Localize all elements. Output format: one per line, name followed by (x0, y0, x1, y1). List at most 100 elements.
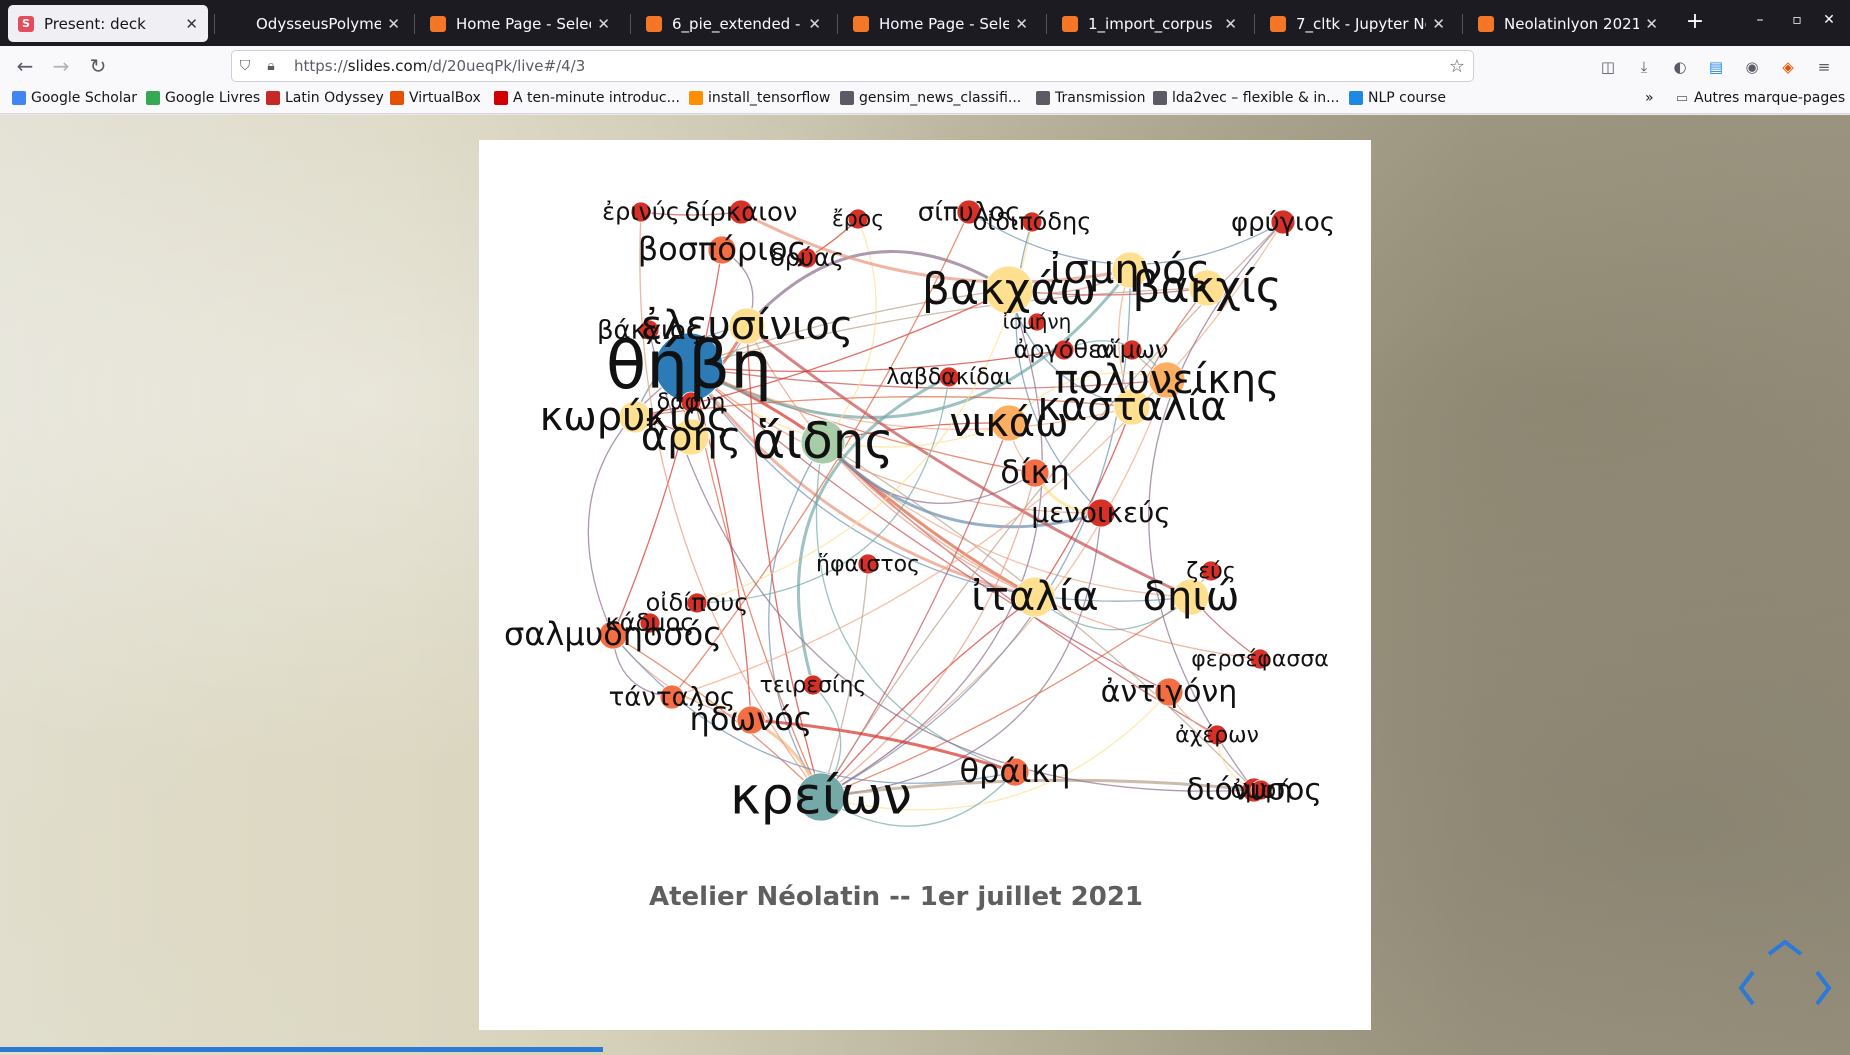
scholar-icon (12, 91, 26, 105)
tab-3[interactable]: Home Page - Select or ✕ (420, 5, 620, 42)
tab-5[interactable]: Home Page - Select or ✕ (843, 5, 1038, 42)
bookmark-item[interactable]: lda2vec – flexible & in... (1153, 90, 1339, 106)
tab-separator (214, 14, 215, 34)
tab-strip: SPresent: deck✕OdysseusPolymetis/ne✕Home… (0, 0, 1850, 46)
bookmark-label: A ten-minute introduc... (513, 90, 680, 106)
pocket-icon[interactable]: ◫ (1596, 56, 1620, 78)
forward-button[interactable]: → (46, 52, 76, 80)
graph-node-label: δρύας (770, 244, 844, 272)
reader-icon[interactable]: ▤ (1704, 56, 1728, 78)
jupyter-icon (853, 15, 869, 32)
bookmark-label: Transmission (1055, 90, 1146, 106)
reload-icon: ↻ (89, 54, 107, 78)
slide-navigation-controls (1738, 940, 1832, 1006)
graph-node-label: ἔρος (832, 207, 884, 232)
bookmark-item[interactable]: A ten-minute introduc... (494, 90, 680, 106)
bookmark-label: NLP course (1368, 90, 1446, 106)
close-tab-icon[interactable]: ✕ (1645, 15, 1658, 33)
close-tab-icon[interactable]: ✕ (185, 15, 198, 33)
latin-odyssey-icon (266, 91, 280, 105)
close-tab-icon[interactable]: ✕ (1432, 15, 1445, 33)
bookmark-item[interactable]: gensim_news_classifi... (840, 90, 1021, 106)
bookmark-star-icon[interactable]: ☆ (1449, 56, 1465, 77)
close-tab-icon[interactable]: ✕ (387, 15, 400, 33)
bookmark-item[interactable]: install_tensorflow (689, 90, 830, 106)
tab-separator (414, 14, 415, 34)
close-window-button[interactable]: ✕ (1814, 12, 1844, 28)
arrow-left-icon: ← (16, 54, 34, 78)
navigate-right-icon[interactable] (1815, 970, 1832, 1006)
graph-node-label: σαλμυδησσός (504, 615, 722, 653)
bookmark-label: Latin Odyssey (285, 90, 384, 106)
address-bar[interactable]: ⛉ 🔒︎ https://slides.com/d/20ueqPk/live#/… (231, 50, 1474, 82)
google-icon (146, 91, 160, 105)
tab-2[interactable]: OdysseusPolymetis/ne ✕ (220, 5, 410, 42)
tracking-shield-icon[interactable]: ⛉ (232, 58, 258, 74)
bookmark-item[interactable]: Transmission (1036, 90, 1145, 106)
notebook-icon (1062, 15, 1078, 32)
graph-node-label: ἰταλία (971, 574, 1099, 620)
addon-icon[interactable]: ◈ (1776, 56, 1800, 78)
bookmark-item[interactable]: NLP course (1349, 90, 1446, 106)
reload-button[interactable]: ↻ (83, 52, 113, 80)
other-bookmarks-folder[interactable]: ▭ Autres marque-pages (1675, 90, 1845, 106)
tab-7[interactable]: 7_cltk - Jupyter Notebo ✕ (1260, 5, 1455, 42)
graph-node-label: ἰσμήνη (1003, 309, 1072, 333)
tab-title: Home Page - Select or (879, 14, 1010, 33)
navigate-left-icon[interactable] (1738, 970, 1755, 1006)
tab-6[interactable]: 1_import_corpus - Jupy ✕ (1052, 5, 1247, 42)
transmission-icon (1036, 91, 1050, 105)
globe-icon (840, 91, 854, 105)
url-text[interactable]: https://slides.com/d/20ueqPk/live#/4/3 (294, 57, 585, 75)
new-tab-button[interactable]: + (1680, 9, 1710, 34)
tab-1[interactable]: S Present: deck ✕ (8, 5, 208, 42)
lock-icon[interactable]: 🔒︎ (258, 58, 284, 74)
close-tab-icon[interactable]: ✕ (1224, 15, 1237, 33)
graph-node-label: κρείων (730, 767, 912, 827)
graph-node-label: φρύγιος (1231, 207, 1335, 237)
bookmark-item[interactable]: VirtualBox (390, 90, 481, 106)
tab-4[interactable]: 6_pie_extended - Jupy ✕ (636, 5, 831, 42)
other-bookmarks-label: Autres marque-pages (1694, 90, 1846, 106)
close-tab-icon[interactable]: ✕ (1015, 15, 1028, 33)
bookmark-label: gensim_news_classifi... (859, 90, 1022, 106)
minimize-button[interactable]: – (1745, 12, 1775, 28)
bookmark-label: Google Scholar (31, 90, 138, 106)
tab-title: Neolatinlyon 2021 - éc (1504, 14, 1640, 33)
graph-node-label: νικάω (949, 400, 1068, 446)
back-button[interactable]: ← (10, 52, 40, 80)
graph-node-label: φερσέφασσα (1191, 647, 1329, 672)
tab-title: Present: deck (44, 14, 146, 33)
bookmark-label: lda2vec – flexible & in... (1172, 90, 1340, 106)
tab-separator (630, 14, 631, 34)
downloads-icon[interactable]: ⤓ (1632, 56, 1656, 78)
restore-button[interactable]: ▫ (1782, 12, 1812, 28)
tab-8[interactable]: Neolatinlyon 2021 - éc ✕ (1468, 5, 1668, 42)
shield-icon (1349, 91, 1363, 105)
navigation-bar: ← → ↻ ⛉ 🔒︎ https://slides.com/d/20ueqPk/… (0, 46, 1850, 86)
close-tab-icon[interactable]: ✕ (808, 15, 821, 33)
menu-icon[interactable]: ≡ (1812, 56, 1836, 78)
bookmark-item[interactable]: Google Scholar (12, 90, 137, 106)
bookmark-item[interactable]: Google Livres (146, 90, 260, 106)
tab-title: 1_import_corpus - Jupy (1088, 14, 1218, 33)
graph-node-label: ἄρης (641, 414, 742, 460)
graph-node-label: δίρκαιον (685, 197, 798, 227)
bookmarks-overflow-button[interactable]: » (1645, 90, 1654, 106)
tab-separator (1462, 14, 1463, 34)
slide-viewport: ἐρινύς δίρκαιον ἔρος σίπυλος οἰδιπόδης φρύγιο… (0, 115, 1850, 1055)
bookmark-label: Google Livres (165, 90, 261, 106)
ask-icon (390, 91, 404, 105)
graph-node-label: οἰδιπόδης (973, 208, 1092, 236)
bookmark-item[interactable]: Latin Odyssey (266, 90, 384, 106)
navigate-up-icon[interactable] (1767, 940, 1803, 956)
url-host: slides.com (347, 57, 428, 75)
slide-footer-text: Atelier Néolatin -- 1er juillet 2021 (649, 882, 1143, 912)
github-icon (230, 15, 246, 32)
graph-node-label: ἀντιγόνη (1101, 675, 1238, 710)
graph-node-label: ἥφαιστος (816, 552, 920, 577)
close-tab-icon[interactable]: ✕ (597, 15, 610, 33)
extension-icon[interactable]: ◐ (1668, 56, 1692, 78)
graph-node-label: ἐρινύς (602, 198, 680, 226)
camera-extension-icon[interactable]: ◉ (1740, 56, 1764, 78)
